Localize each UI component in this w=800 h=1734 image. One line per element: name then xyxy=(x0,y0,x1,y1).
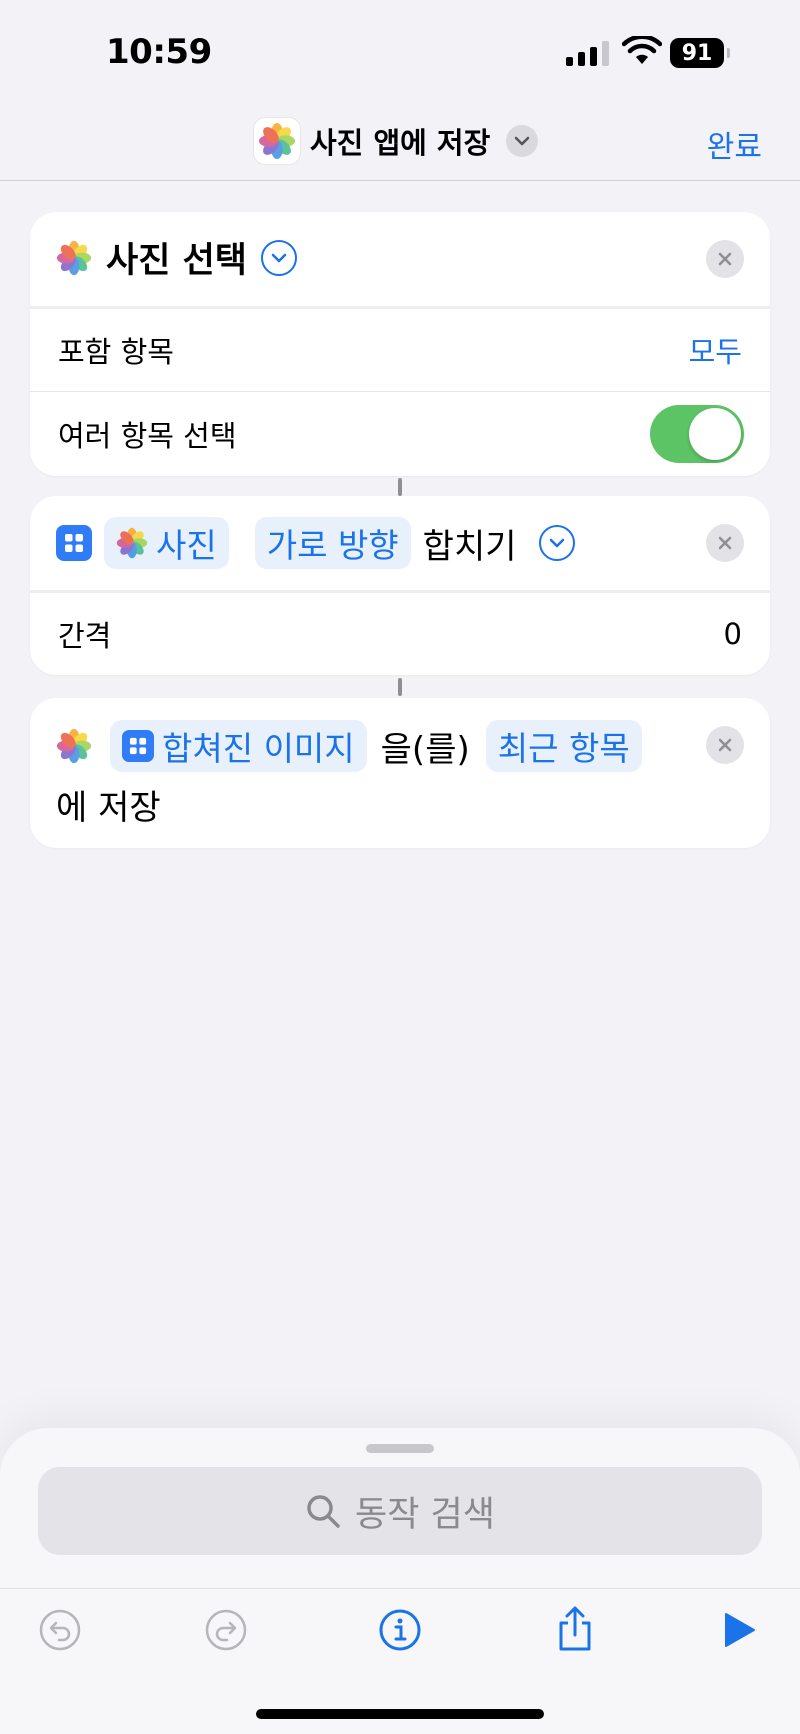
action-connector xyxy=(398,478,402,496)
particle-text: 을(를) xyxy=(380,729,470,770)
direction-pill[interactable]: 가로 방향 xyxy=(254,517,411,569)
run-button[interactable] xyxy=(716,1608,760,1652)
info-button[interactable] xyxy=(378,1608,422,1652)
combine-images-action: 사진 가로 방향 합치기 간격 0 xyxy=(30,496,770,675)
action-title: 사진 선택 xyxy=(106,241,247,281)
include-value[interactable]: 모두 xyxy=(689,329,742,371)
close-icon xyxy=(718,738,732,752)
photos-app-icon xyxy=(116,527,148,559)
battery-icon: 91 xyxy=(670,38,730,68)
status-time: 10:59 xyxy=(106,32,212,72)
row-label: 간격 xyxy=(58,619,112,653)
album-pill[interactable]: 최근 항목 xyxy=(485,720,642,772)
photos-app-icon xyxy=(56,240,92,276)
battery-level: 91 xyxy=(670,38,724,68)
remove-action-button[interactable] xyxy=(706,240,744,278)
photos-app-icon xyxy=(254,118,300,164)
chevron-down-icon[interactable] xyxy=(261,239,297,276)
select-multiple-toggle[interactable] xyxy=(650,405,744,463)
pill-label: 최근 항목 xyxy=(497,729,630,768)
play-icon xyxy=(725,1613,755,1647)
row-label: 여러 항목 선택 xyxy=(58,419,237,453)
remove-action-button[interactable] xyxy=(706,524,744,562)
action-search-sheet: 동작 검색 xyxy=(0,1428,800,1734)
photos-variable-pill[interactable]: 사진 xyxy=(104,517,229,569)
cellular-signal-icon xyxy=(566,40,609,66)
action-verb: 합치기 xyxy=(422,526,517,567)
shortcut-title: 사진 앱에 저장 xyxy=(310,126,491,160)
home-indicator xyxy=(256,1709,544,1719)
include-row[interactable]: 포함 항목 모두 xyxy=(30,309,770,391)
info-icon xyxy=(379,1609,421,1651)
pill-label: 합쳐진 이미지 xyxy=(162,729,355,768)
search-icon xyxy=(307,1495,340,1528)
shortcut-title-button[interactable]: 사진 앱에 저장 xyxy=(254,118,539,164)
save-to-album-action: 합쳐진 이미지 을(를) 최근 항목 에 저장 xyxy=(30,698,770,848)
share-button[interactable] xyxy=(553,1604,597,1654)
sheet-grabber[interactable] xyxy=(366,1444,434,1453)
share-icon xyxy=(559,1606,591,1651)
action-tail-text: 에 저장 xyxy=(56,788,161,828)
navigation-bar: 사진 앱에 저장 완료 xyxy=(0,100,800,181)
scripting-app-icon xyxy=(122,730,154,762)
undo-button[interactable] xyxy=(38,1608,82,1652)
done-button[interactable]: 완료 xyxy=(707,122,762,166)
search-input[interactable]: 동작 검색 xyxy=(38,1467,762,1555)
combined-image-pill[interactable]: 합쳐진 이미지 xyxy=(110,720,367,772)
select-photos-action: 사진 선택 포함 항목 모두 여러 항목 선택 xyxy=(30,212,770,476)
photos-app-icon xyxy=(56,728,92,764)
spacing-value[interactable]: 0 xyxy=(724,617,742,651)
redo-button[interactable] xyxy=(204,1608,248,1652)
close-icon xyxy=(718,252,732,266)
select-multiple-row: 여러 항목 선택 xyxy=(30,392,770,476)
pill-label: 사진 xyxy=(156,526,217,565)
search-placeholder: 동작 검색 xyxy=(355,1494,495,1535)
wifi-icon xyxy=(622,36,662,64)
chevron-down-icon[interactable] xyxy=(538,525,575,561)
pill-label: 가로 방향 xyxy=(266,526,399,565)
spacing-row[interactable]: 간격 0 xyxy=(30,593,770,675)
remove-action-button[interactable] xyxy=(706,726,744,764)
action-connector xyxy=(398,678,402,696)
redo-icon xyxy=(205,1609,247,1651)
scripting-app-icon xyxy=(56,525,92,561)
chevron-down-icon[interactable] xyxy=(506,125,539,157)
close-icon xyxy=(718,536,732,550)
undo-icon xyxy=(39,1609,81,1651)
row-label: 포함 항목 xyxy=(58,335,174,369)
